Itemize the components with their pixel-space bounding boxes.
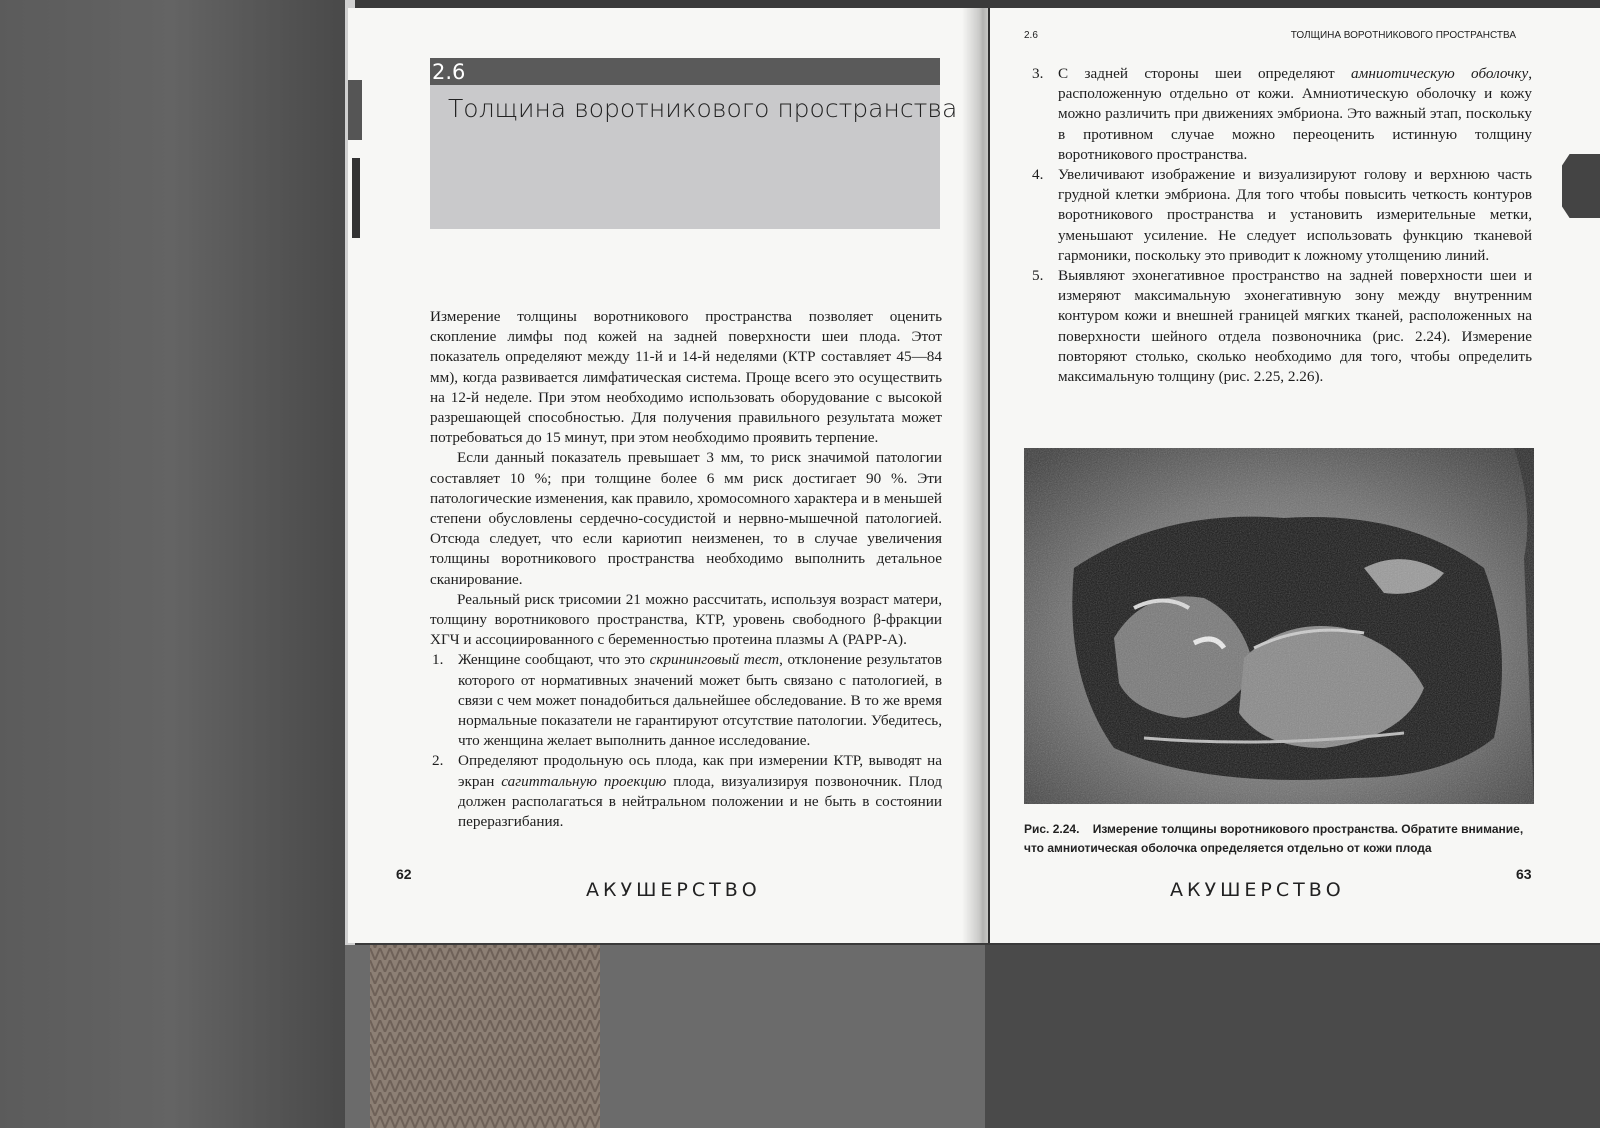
section-header-bar: [430, 58, 940, 85]
right-page: 2.6 ТОЛЩИНА ВОРОТНИКОВОГО ПРОСТРАНСТВА 3…: [990, 8, 1600, 943]
list-text: Женщине сообщают, что это: [458, 651, 650, 669]
list-text: Увеличивают изображение и визуализируют …: [1058, 166, 1532, 264]
numbered-list: 1. Женщине сообщают, что это скрининговы…: [430, 650, 942, 832]
edge-marker: [352, 158, 360, 238]
list-emphasis: скрининговый тест: [649, 651, 780, 669]
list-emphasis: сагиттальную проекцию: [501, 772, 667, 790]
running-section-number: 2.6: [1024, 30, 1038, 41]
list-text: Выявляют эхонегативное пространство на з…: [1058, 267, 1532, 386]
figure-label: Рис. 2.24.: [1024, 822, 1080, 836]
list-item: 2. Определяют продольную ось плода, как …: [430, 751, 942, 832]
footer-title: АКУШЕРСТВО: [1170, 879, 1345, 901]
paragraph: Реальный риск трисомии 21 можно рассчита…: [430, 590, 942, 649]
footer-title: АКУШЕРСТВО: [586, 879, 761, 901]
list-number: 5.: [1032, 267, 1044, 285]
page-number: 62: [396, 866, 412, 882]
paragraph: Если данный показатель превышает 3 мм, т…: [430, 449, 942, 588]
list-number: 3.: [1032, 65, 1044, 82]
list-number: 4.: [1032, 166, 1044, 184]
list-emphasis: амниотическую оболочку: [1351, 65, 1529, 82]
ultrasound-image: [1024, 448, 1534, 804]
section-number: 2.6: [432, 60, 466, 84]
figure-caption: Рис. 2.24. Измерение толщины воротниково…: [1024, 820, 1534, 858]
edge-marker: [348, 80, 362, 140]
paragraph: Измерение толщины воротникового простран…: [430, 308, 942, 447]
list-number: 1.: [432, 651, 444, 669]
list-item: 3. С задней стороны шеи определяют амнио…: [1030, 64, 1532, 165]
running-title: ТОЛЩИНА ВОРОТНИКОВОГО ПРОСТРАНСТВА: [1290, 30, 1516, 41]
section-title: Толщина воротникового пространства: [448, 94, 958, 123]
figure-caption-text: Измерение толщины воротникового простран…: [1024, 822, 1524, 855]
list-item: 4. Увеличивают изображение и визуализиру…: [1030, 165, 1532, 266]
numbered-list: 3. С задней стороны шеи определяют амнио…: [1030, 64, 1532, 387]
left-page: 2.6 Толщина воротникового пространства И…: [348, 8, 988, 943]
list-text: С задней стороны шеи определяют: [1058, 65, 1352, 82]
right-body-text: 3. С задней стороны шеи определяют амнио…: [1030, 64, 1532, 387]
thumb-index-tab: [1562, 154, 1600, 218]
page-number: 63: [1516, 866, 1532, 882]
list-item: 1. Женщине сообщают, что это скрининговы…: [430, 650, 942, 751]
list-item: 5. Выявляют эхонегативное пространство н…: [1030, 266, 1532, 387]
left-body-text: Измерение толщины воротникового простран…: [430, 307, 942, 832]
list-number: 2.: [432, 752, 444, 770]
